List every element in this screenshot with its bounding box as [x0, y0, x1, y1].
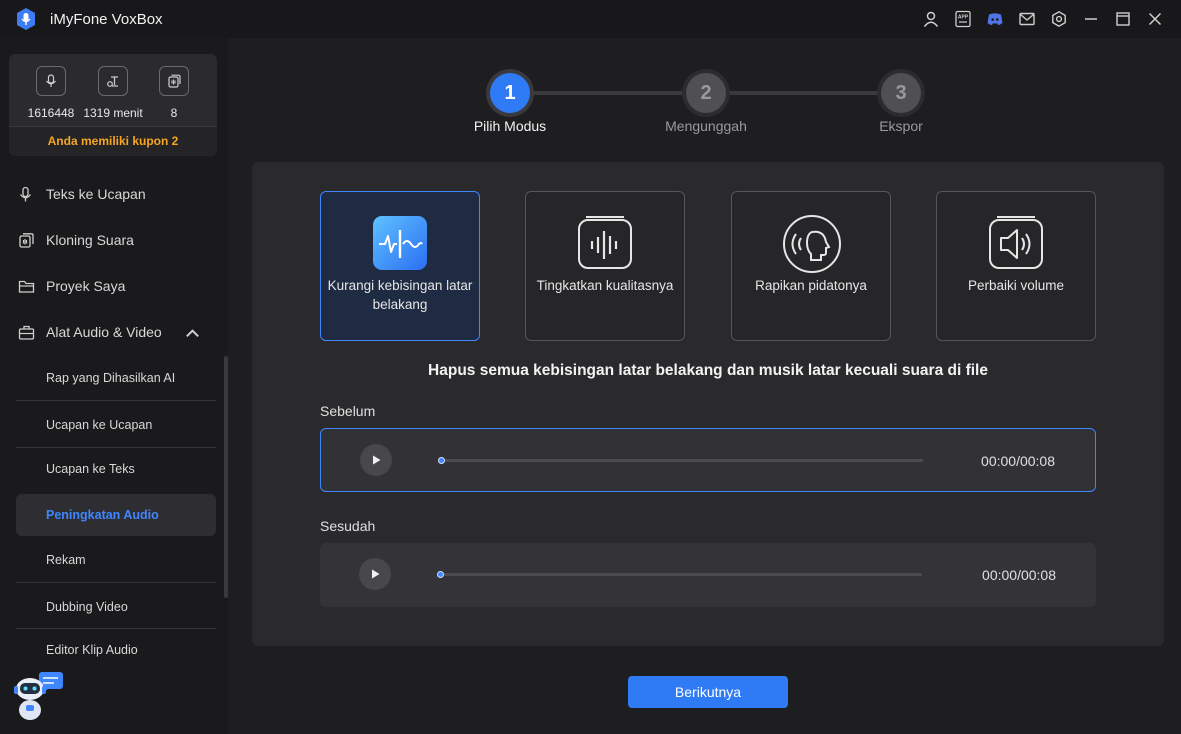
mail-icon[interactable] [1011, 0, 1043, 38]
play-button[interactable] [359, 558, 391, 590]
sidebar-item-label: Kloning Suara [46, 232, 134, 248]
before-audio-player: 00:00/00:08 [320, 428, 1096, 492]
close-icon[interactable] [1139, 0, 1171, 38]
stat-value: 1319 menit [83, 106, 143, 120]
maximize-icon[interactable] [1107, 0, 1139, 38]
sidebar-item-text-to-speech[interactable]: Teks ke Ucapan [18, 179, 218, 209]
sidebar-subitem-speech-to-speech[interactable]: Ucapan ke Ucapan [16, 404, 216, 446]
step-1-label: Pilih Modus [473, 118, 547, 134]
sidebar-subitem-video-dubbing[interactable]: Dubbing Video [16, 586, 216, 628]
time-display: 00:00/00:08 [982, 567, 1056, 583]
play-icon [372, 569, 380, 579]
sidebar-subitem-speech-to-text[interactable]: Ucapan ke Teks [16, 448, 216, 490]
mode-card-volume-fix[interactable]: Perbaiki volume [936, 191, 1096, 341]
stat-value: 1616448 [27, 106, 75, 120]
stat-minutes: 1319 menit [83, 66, 143, 120]
mode-panel: Kurangi kebisingan latar belakang Tingka… [252, 162, 1164, 646]
support-robot-icon[interactable] [12, 672, 66, 722]
mode-description: Hapus semua kebisingan latar belakang da… [428, 362, 988, 379]
step-connector [530, 91, 692, 95]
settings-icon[interactable] [1043, 0, 1075, 38]
speech-clean-icon [783, 215, 841, 273]
mode-card-speech-clean[interactable]: Rapikan pidatonya [731, 191, 891, 341]
volume-fix-icon [989, 216, 1043, 269]
before-label: Sebelum [320, 403, 376, 419]
stat-value: 8 [170, 106, 178, 120]
tts-icon [19, 186, 32, 201]
noise-reduction-icon [373, 216, 427, 270]
divider [16, 582, 216, 583]
quality-enhance-icon [578, 216, 632, 269]
mode-label: Rapikan pidatonya [755, 278, 867, 293]
svg-text:APP: APP [958, 15, 969, 21]
toolbox-icon [18, 325, 35, 340]
progress-handle[interactable] [437, 571, 444, 578]
stat-characters: 1616448 [21, 66, 81, 120]
sidebar-item-label: Teks ke Ucapan [46, 186, 146, 202]
progress-track[interactable] [437, 571, 922, 578]
chevron-up-icon[interactable] [184, 325, 201, 342]
after-label: Sesudah [320, 518, 376, 534]
sidebar-item-audio-video-tools[interactable]: Alat Audio & Video [18, 317, 218, 347]
app-title: iMyFone VoxBox [50, 11, 163, 28]
after-audio-player: 00:00/00:08 [320, 543, 1096, 607]
discord-icon[interactable] [979, 0, 1011, 38]
app-icon[interactable]: APP [947, 0, 979, 38]
step-3-label: Ekspor [879, 118, 923, 134]
step-1-circle: 1 [490, 73, 530, 113]
minimize-icon[interactable] [1075, 0, 1107, 38]
user-icon[interactable] [915, 0, 947, 38]
sidebar-subitem-ai-rap[interactable]: Rap yang Dihasilkan AI [16, 357, 216, 399]
progress-handle[interactable] [438, 457, 445, 464]
mode-label: Perbaiki volume [967, 278, 1065, 293]
step-3-circle: 3 [881, 73, 921, 113]
step-connector [726, 91, 888, 95]
clone-icon [19, 232, 34, 248]
sidebar: 1616448 1319 menit 8 Anda memiliki kupon… [0, 38, 228, 734]
folder-icon [18, 280, 35, 293]
sidebar-subitem-record[interactable]: Rekam [16, 539, 216, 581]
sidebar-subitem-audio-enhancement[interactable]: Peningkatan Audio [16, 494, 216, 536]
mode-card-noise-reduction[interactable]: Kurangi kebisingan latar belakang [320, 191, 480, 341]
play-icon [373, 455, 381, 465]
play-button[interactable] [360, 444, 392, 476]
text-to-speech-icon [98, 66, 128, 96]
coupon-notice[interactable]: Anda memiliki kupon 2 [9, 126, 217, 156]
mode-label: Tingkatkan kualitasnya [536, 278, 674, 293]
sidebar-subitem-audio-clip-editor[interactable]: Editor Klip Audio [16, 629, 216, 671]
next-button[interactable]: Berikutnya [628, 676, 788, 708]
step-2-label: Mengunggah [665, 118, 747, 134]
usage-stats-card: 1616448 1319 menit 8 Anda memiliki kupon… [9, 54, 217, 156]
sidebar-item-label: Alat Audio & Video [46, 324, 162, 340]
app-logo-icon [17, 8, 35, 30]
stepper: 1 2 3 Pilih Modus Mengunggah Ekspor [228, 38, 1181, 148]
sidebar-item-label: Proyek Saya [46, 278, 126, 294]
step-2-circle: 2 [686, 73, 726, 113]
microphone-icon [36, 66, 66, 96]
stat-voice-clones: 8 [144, 66, 204, 120]
progress-track[interactable] [438, 457, 923, 464]
divider [16, 400, 216, 401]
mode-card-quality-enhance[interactable]: Tingkatkan kualitasnya [525, 191, 685, 341]
sidebar-item-voice-cloning[interactable]: Kloning Suara [18, 225, 218, 255]
mode-label: Kurangi kebisingan latar belakang [327, 278, 473, 312]
main-content: 1 2 3 Pilih Modus Mengunggah Ekspor Kura… [228, 38, 1181, 734]
time-display: 00:00/00:08 [981, 453, 1055, 469]
voice-clone-icon [159, 66, 189, 96]
title-bar: iMyFone VoxBox APP [0, 0, 1181, 38]
sidebar-item-my-projects[interactable]: Proyek Saya [18, 271, 218, 301]
